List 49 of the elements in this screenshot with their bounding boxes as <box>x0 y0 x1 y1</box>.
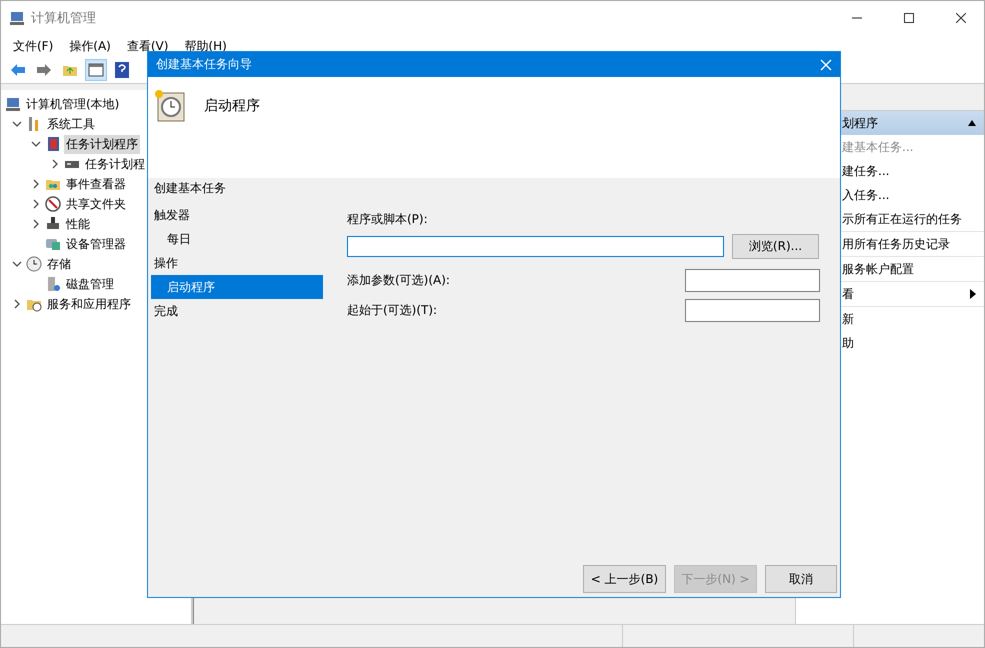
window-title: 计算机管理 <box>31 10 97 27</box>
browse-button[interactable]: 浏览(R)... <box>732 234 819 259</box>
field-label: 程序或脚本(P): <box>347 211 429 228</box>
forward-arrow-icon <box>36 63 52 77</box>
dialog-title: 创建基本任务向导 <box>156 56 252 73</box>
wizard-button[interactable]: 取消 <box>765 565 837 593</box>
menu-item[interactable]: 帮助(H) <box>176 38 235 54</box>
calendar-clock-icon <box>154 89 186 123</box>
input-field[interactable] <box>347 236 724 257</box>
input-field[interactable] <box>685 299 820 322</box>
wizard-step[interactable]: 触发器 <box>151 203 323 227</box>
menu-item[interactable]: 操作(A) <box>61 38 119 54</box>
panel-icon <box>88 63 104 77</box>
computer-icon <box>5 96 21 112</box>
wizard-step[interactable]: 启动程序 <box>151 275 323 299</box>
tree-item[interactable]: 事件查看器 <box>64 174 128 194</box>
field-label: 起始于(可选)(T): <box>347 302 438 319</box>
close-icon[interactable] <box>820 58 832 70</box>
tree-item[interactable]: 存储 <box>45 254 73 274</box>
menu-item[interactable]: 查看(V) <box>118 38 176 54</box>
tree-item[interactable]: 共享文件夹 <box>64 194 128 214</box>
tree-item[interactable]: 服务和应用程序 <box>45 294 133 314</box>
folder-up-icon <box>62 63 78 77</box>
wizard-step[interactable]: 每日 <box>151 227 323 251</box>
clock-icon <box>26 256 42 272</box>
wizard-step[interactable]: 操作 <box>151 251 323 275</box>
close-icon <box>956 13 966 23</box>
help-icon <box>115 62 129 78</box>
section-title: 创建基本任务 <box>153 180 227 197</box>
tree-item[interactable]: 磁盘管理 <box>64 274 116 294</box>
tree-item[interactable]: 任务计划程 <box>83 154 147 174</box>
wizard-step[interactable]: 完成 <box>151 299 323 323</box>
tree-item[interactable]: 系统工具 <box>45 114 97 134</box>
menu-item[interactable]: 文件(F) <box>5 38 62 54</box>
tree-item[interactable]: 设备管理器 <box>64 234 128 254</box>
page-heading: 启动程序 <box>204 97 260 115</box>
input-field[interactable] <box>685 269 820 292</box>
device-icon <box>45 216 61 232</box>
computer-icon <box>9 10 25 26</box>
maximize-icon <box>904 13 914 23</box>
wizard-button[interactable]: < 上一步(B) <box>583 565 666 593</box>
back-arrow-icon <box>10 63 26 77</box>
tree-item[interactable]: 任务计划程序 <box>64 134 140 154</box>
console-tree-button[interactable] <box>85 59 107 81</box>
event-log-icon <box>45 136 61 152</box>
tree-item[interactable]: 计算机管理(本地) <box>24 94 122 114</box>
field-label: 添加参数(可选)(A): <box>347 272 450 289</box>
tree-item[interactable]: 性能 <box>64 214 92 234</box>
collapse-arrow-icon[interactable] <box>968 120 976 126</box>
